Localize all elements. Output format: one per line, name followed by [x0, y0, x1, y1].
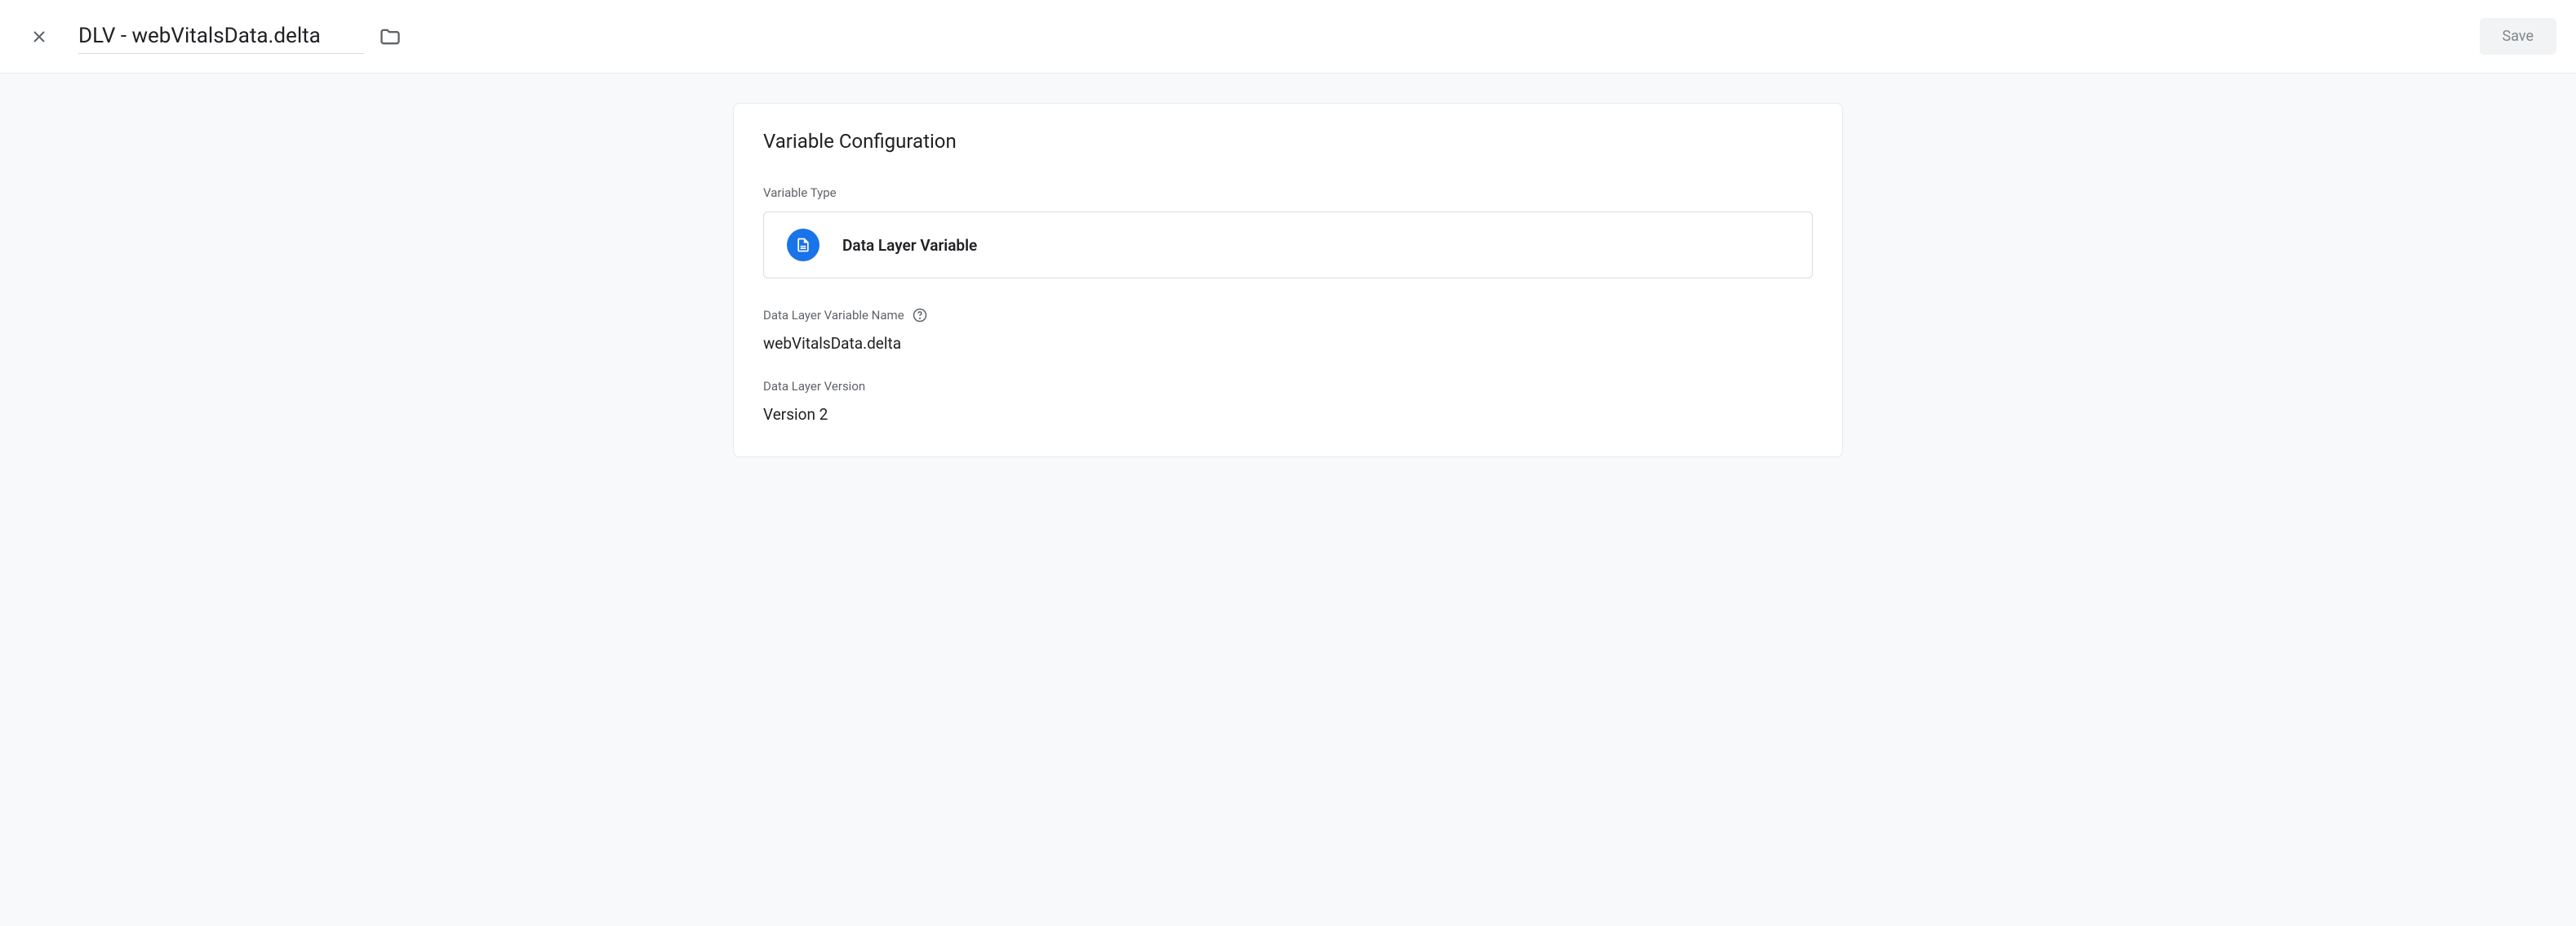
card-title: Variable Configuration [763, 130, 1813, 153]
title-wrapper [78, 19, 2480, 54]
close-button[interactable] [20, 17, 59, 56]
save-button[interactable]: Save [2480, 18, 2557, 55]
variable-name-input[interactable] [78, 19, 364, 54]
variable-type-selector[interactable]: Data Layer Variable [763, 211, 1813, 278]
variable-name-label: Data Layer Variable Name [763, 308, 1813, 323]
help-button[interactable] [913, 308, 927, 323]
document-icon [795, 237, 811, 253]
variable-type-label: Variable Type [763, 185, 1813, 200]
version-label: Data Layer Version [763, 379, 1813, 394]
close-icon [29, 27, 49, 47]
version-value: Version 2 [763, 405, 1813, 424]
content-area: Variable Configuration Variable Type Dat… [0, 73, 2576, 926]
help-icon [913, 308, 927, 323]
variable-type-icon-wrap [787, 229, 819, 261]
variable-name-label-text: Data Layer Variable Name [763, 308, 904, 323]
folder-icon [379, 25, 402, 48]
variable-type-name: Data Layer Variable [842, 236, 977, 255]
variable-configuration-card: Variable Configuration Variable Type Dat… [733, 103, 1843, 457]
variable-name-value: webVitalsData.delta [763, 334, 1813, 353]
folder-button[interactable] [379, 25, 402, 48]
header-bar: Save [0, 0, 2576, 73]
